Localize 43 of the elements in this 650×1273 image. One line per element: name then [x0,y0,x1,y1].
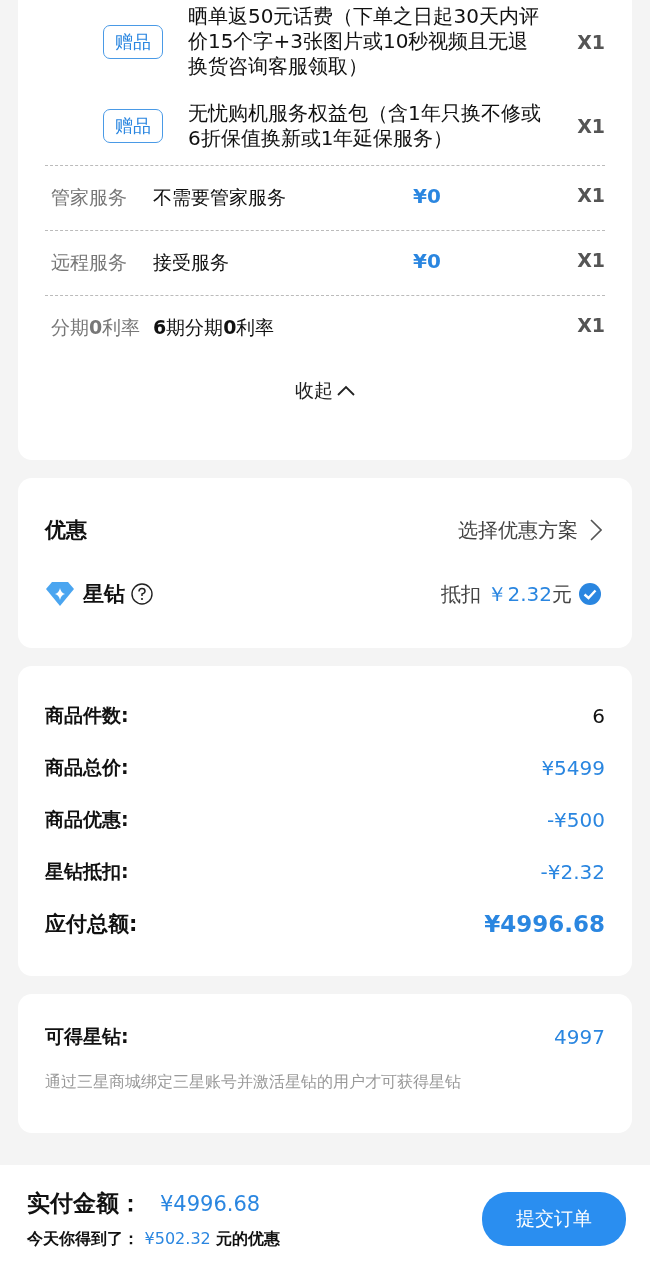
total-amount: ¥4996.68 [160,1191,261,1216]
summary-label: 商品件数: [45,703,129,728]
summary-value: ¥5499 [541,756,605,780]
deduction-text: 抵扣 ￥2.32元 [441,580,572,608]
summary-value: ¥4996.68 [484,911,605,937]
quantity: X1 [577,249,605,271]
reward-label: 可得星钻: [45,1024,129,1049]
summary-label: 应付总额: [45,911,138,938]
star-diamond-label: 星钻 [83,581,125,608]
service-value: 不需要管家服务 [153,185,287,210]
summary-label: 商品优惠: [45,807,129,832]
reward-value: 4997 [554,1025,605,1049]
gift-description: 无忧购机服务权益包（含1年只换不修或6折保值换新或1年延保服务） [188,101,542,151]
quantity: X1 [577,115,605,137]
savings-text: 今天你得到了： ¥502.32 元的优惠 [27,1229,281,1250]
service-label: 远程服务 [50,250,128,275]
service-value: 接受服务 [153,250,230,275]
service-value: 6期分期0利率 [153,315,276,340]
service-label: 分期0利率 [50,315,142,340]
diamond-icon [45,581,75,607]
section-title: 优惠 [45,517,87,544]
summary-label: 商品总价: [45,755,129,780]
quantity: X1 [577,184,605,206]
summary-value: -¥500 [546,808,605,832]
service-price: ¥0 [413,249,442,273]
gift-tag: 赠品 [103,24,163,59]
collapse-button[interactable]: 收起 [285,368,365,414]
gift-description: 晒单返50元话费（下单之日起30天内评价15个字+3张图片或10秒视频且无退换货咨询客服领取） [188,4,540,79]
help-icon[interactable] [131,583,153,605]
total-label: 实付金额： [27,1189,142,1218]
chevron-up-icon [337,385,355,397]
quantity: X1 [577,30,605,53]
service-label: 管家服务 [50,185,128,210]
reward-note: 通过三星商城绑定三星账号并激活星钻的用户才可获得星钻 [45,1072,462,1093]
summary-value: -¥2.32 [540,860,605,884]
gift-tag: 赠品 [103,109,163,143]
choose-discount-link[interactable]: 选择优惠方案 [458,516,602,544]
check-icon[interactable] [578,582,602,606]
quantity: X1 [577,314,605,336]
service-price: ¥0 [413,184,442,208]
summary-label: 星钻抵扣: [45,859,129,884]
chevron-right-icon [590,519,602,541]
summary-value: 6 [592,704,605,728]
